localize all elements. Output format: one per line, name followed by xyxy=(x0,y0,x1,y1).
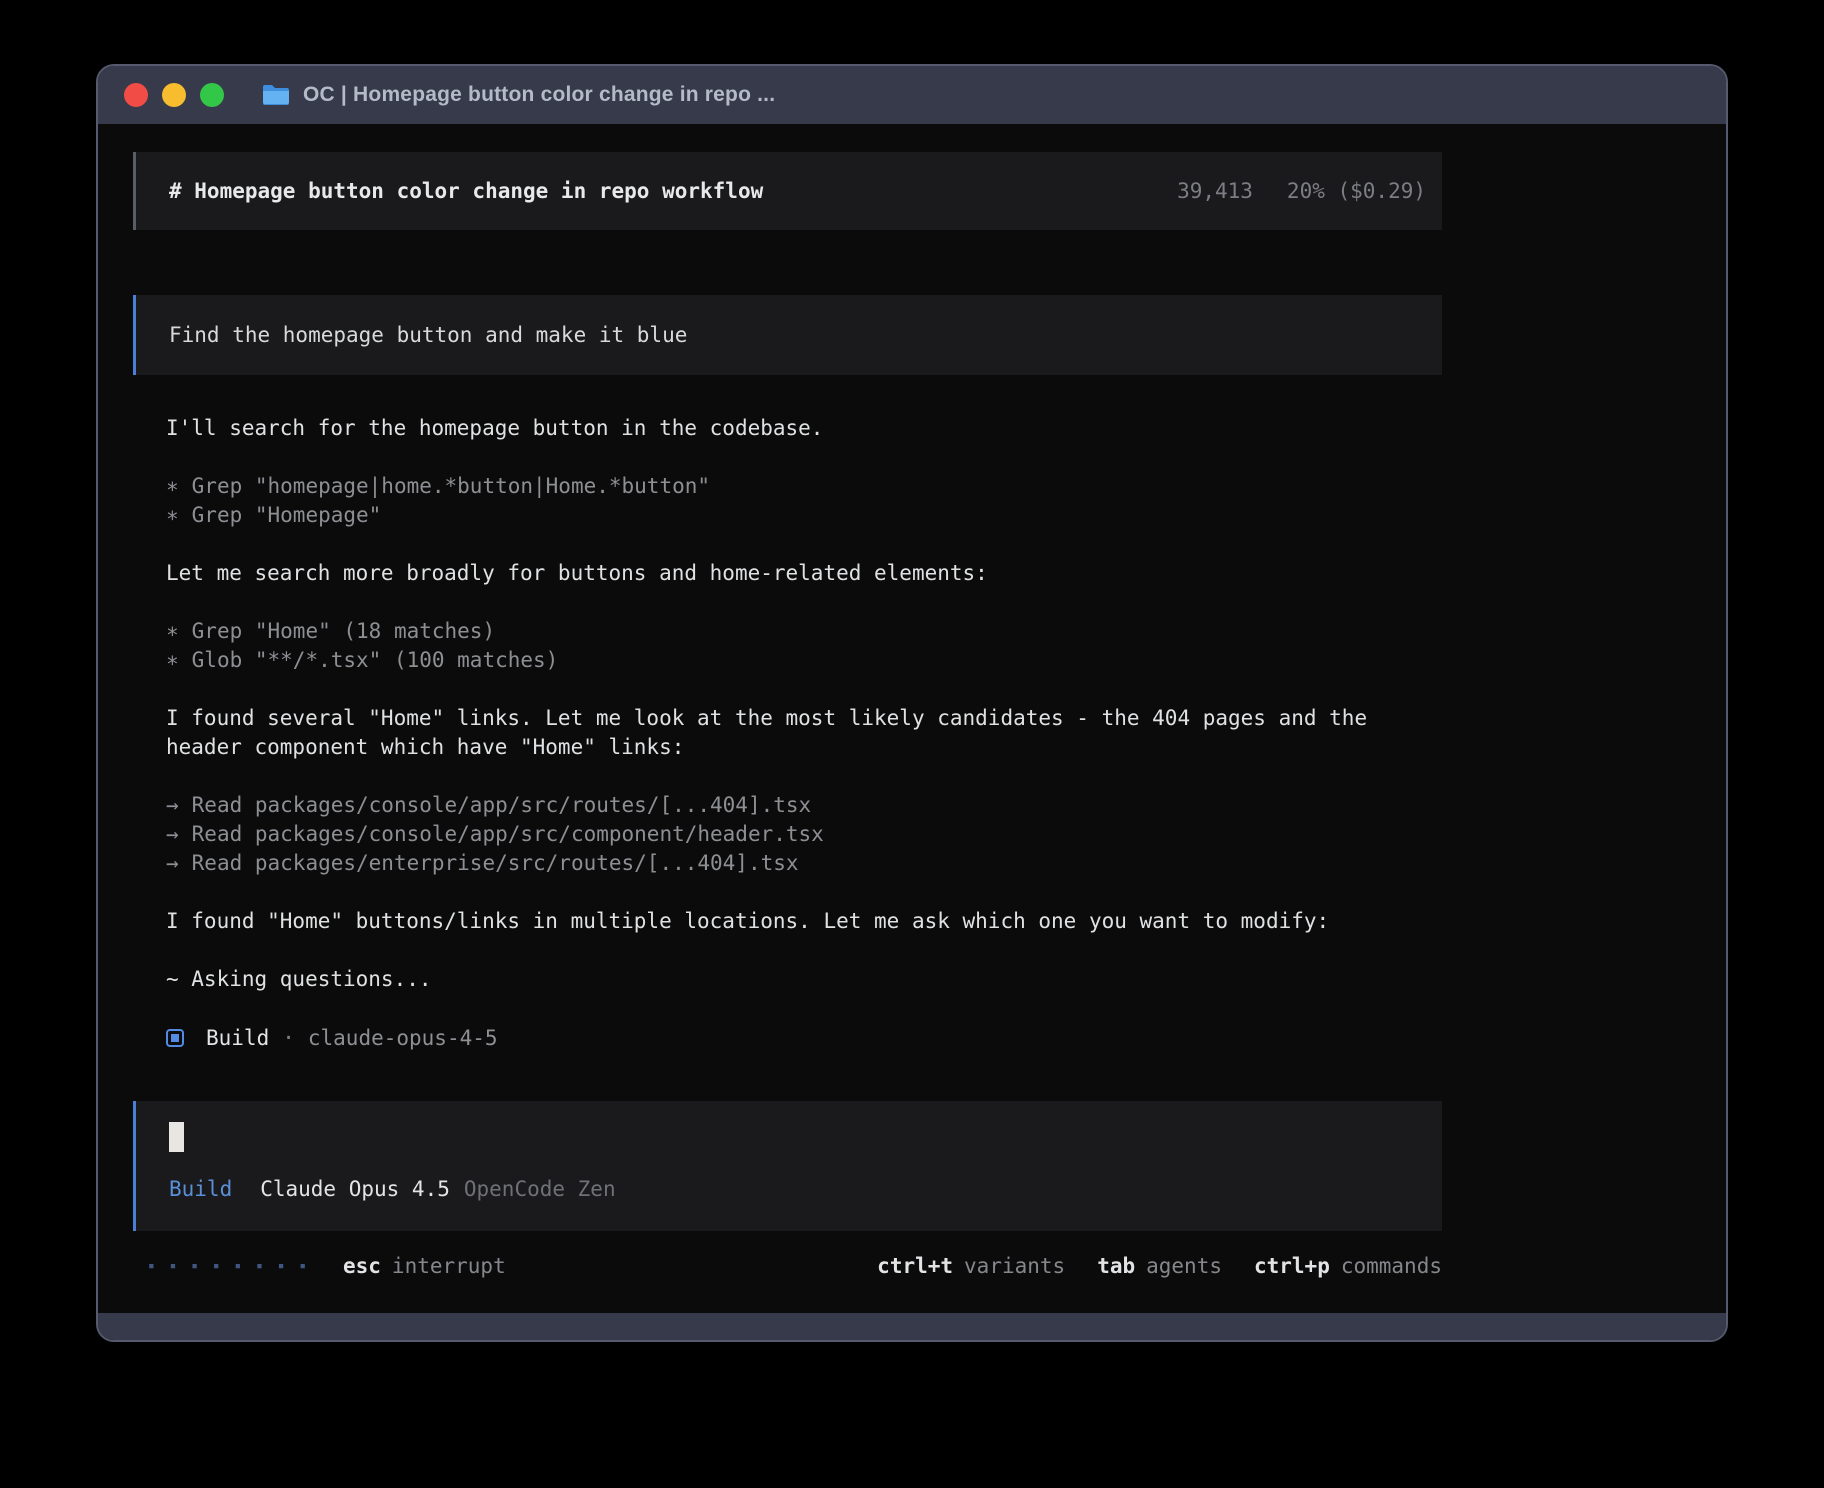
context-cost: 20% ($0.29) xyxy=(1287,179,1426,203)
assistant-text: I found several "Home" links. Let me loo… xyxy=(166,704,1382,762)
session-header: # Homepage button color change in repo w… xyxy=(133,152,1442,230)
tool-call-read: →Read packages/console/app/src/routes/[.… xyxy=(166,791,1382,820)
tool-call-glob: ∗Glob "**/*.tsx" (100 matches) xyxy=(166,646,1382,675)
terminal-content: # Homepage button color change in repo w… xyxy=(98,124,1726,1313)
window-title: OC | Homepage button color change in rep… xyxy=(303,83,775,107)
status-asking-questions: ~ Asking questions... xyxy=(166,965,1382,994)
tool-call-read: →Read packages/enterprise/src/routes/[..… xyxy=(166,849,1382,878)
terminal-window: OC | Homepage button color change in rep… xyxy=(96,64,1728,1342)
session-title: # Homepage button color change in repo w… xyxy=(169,179,763,203)
minimize-button[interactable] xyxy=(162,83,186,107)
token-count: 39,413 xyxy=(1177,179,1253,203)
assistant-text: I found "Home" buttons/links in multiple… xyxy=(166,907,1382,936)
status-right: ctrl+t variants tab agents ctrl+p comman… xyxy=(877,1254,1442,1278)
hint-commands: ctrl+p commands xyxy=(1254,1254,1442,1278)
folder-icon xyxy=(262,83,290,107)
agent-name: Build xyxy=(206,1026,269,1050)
tool-asterisk-icon: ∗ xyxy=(166,619,179,643)
tool-call-read: →Read packages/console/app/src/component… xyxy=(166,820,1382,849)
close-button[interactable] xyxy=(124,83,148,107)
tool-asterisk-icon: ∗ xyxy=(166,648,179,672)
tool-call-grep: ∗Grep "Homepage" xyxy=(166,501,1382,530)
tool-call-grep: ∗Grep "homepage|home.*button|Home.*butto… xyxy=(166,472,1382,501)
spinner-dots-icon: ▪▪▪▪▪▪▪▪ xyxy=(148,1251,321,1281)
user-message: Find the homepage button and make it blu… xyxy=(133,295,1442,375)
assistant-text: I'll search for the homepage button in t… xyxy=(166,414,1382,443)
agent-square-icon xyxy=(166,1029,184,1047)
provider-label: OpenCode Zen xyxy=(464,1177,616,1201)
assistant-output: I'll search for the homepage button in t… xyxy=(133,414,1442,994)
traffic-lights xyxy=(124,83,224,107)
session-stats: 39,413 20% ($0.29) xyxy=(1177,179,1426,203)
hint-variants: ctrl+t variants xyxy=(877,1254,1065,1278)
window-footer-strip xyxy=(98,1313,1726,1340)
model-label: Claude Opus 4.5 xyxy=(260,1177,450,1201)
arrow-right-icon: → xyxy=(166,851,179,875)
interrupt-label: interrupt xyxy=(392,1254,506,1278)
status-left: ▪▪▪▪▪▪▪▪ esc interrupt xyxy=(148,1251,506,1281)
esc-key-hint: esc xyxy=(343,1254,381,1278)
agent-model: claude-opus-4-5 xyxy=(308,1026,498,1050)
tui-column: # Homepage button color change in repo w… xyxy=(133,124,1442,1281)
arrow-right-icon: → xyxy=(166,822,179,846)
user-message-text: Find the homepage button and make it blu… xyxy=(169,323,687,347)
text-cursor xyxy=(169,1122,184,1152)
input-meta: Build Claude Opus 4.5 OpenCode Zen xyxy=(169,1177,1442,1201)
tool-call-grep: ∗Grep "Home" (18 matches) xyxy=(166,617,1382,646)
arrow-right-icon: → xyxy=(166,793,179,817)
tool-asterisk-icon: ∗ xyxy=(166,503,179,527)
agent-badge: Build · claude-opus-4-5 xyxy=(133,1023,1442,1052)
prompt-input[interactable]: Build Claude Opus 4.5 OpenCode Zen xyxy=(133,1101,1442,1231)
tool-asterisk-icon: ∗ xyxy=(166,474,179,498)
hint-agents: tab agents xyxy=(1097,1254,1222,1278)
assistant-text: Let me search more broadly for buttons a… xyxy=(166,559,1382,588)
titlebar: OC | Homepage button color change in rep… xyxy=(98,66,1726,124)
status-bar: ▪▪▪▪▪▪▪▪ esc interrupt ctrl+t variants t… xyxy=(133,1251,1442,1281)
mode-label: Build xyxy=(169,1177,232,1201)
badge-separator: · xyxy=(282,1026,295,1050)
maximize-button[interactable] xyxy=(200,83,224,107)
